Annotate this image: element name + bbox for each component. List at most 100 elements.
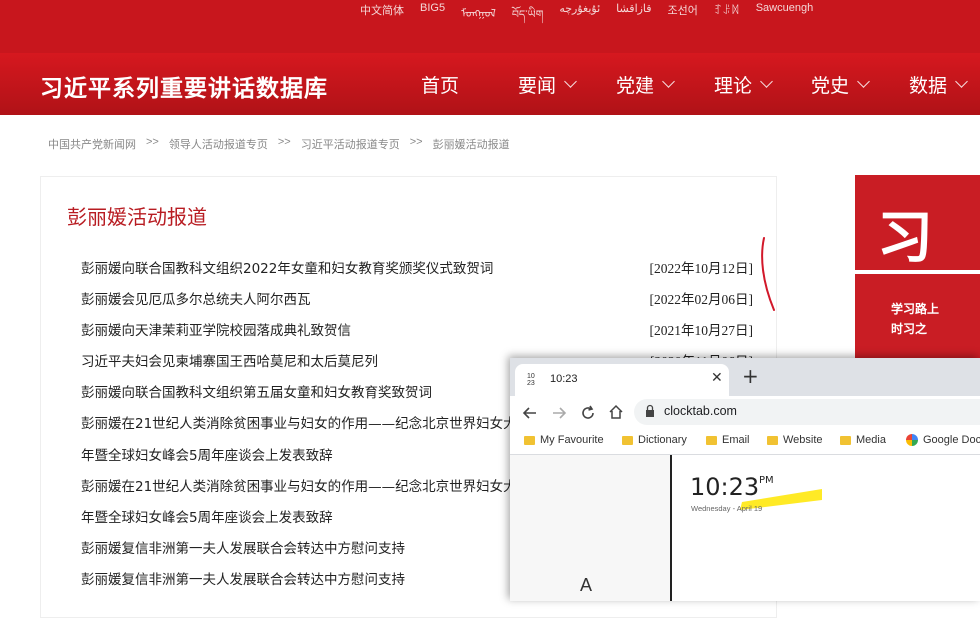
sidebar-banner[interactable]: 习近	[855, 175, 980, 270]
bookmark-email[interactable]: Email	[706, 434, 750, 446]
news-title-link[interactable]: 年暨全球妇女峰会5周年座谈会上发表致辞	[81, 444, 333, 464]
bookmark-label: Email	[722, 434, 750, 446]
clock-side-pane: A	[510, 455, 672, 601]
list-item[interactable]: 彭丽媛会见厄瓜多尔总统夫人阿尔西瓦 [2022年02月06日]	[81, 288, 754, 319]
page-title: 彭丽媛活动报道	[67, 205, 207, 229]
list-item[interactable]: 彭丽媛向天津茉莉亚学院校园落成典礼致贺信 [2021年10月27日]	[81, 319, 754, 350]
bookmark-website[interactable]: Website	[767, 434, 823, 446]
news-title-link[interactable]: 彭丽媛复信非洲第一夫人发展联合会转达中方慰问支持	[81, 537, 405, 557]
news-title-link[interactable]: 习近平夫妇会见柬埔寨国王西哈莫尼和太后莫尼列	[81, 350, 378, 370]
news-title-link[interactable]: 彭丽媛向联合国教科文组织第五届女童和妇女教育奖致贺词	[81, 381, 432, 401]
bookmark-google-doc[interactable]: Google Doc	[906, 434, 980, 446]
lang-link-zh-cn[interactable]: 中文简体	[360, 2, 404, 33]
nav-home[interactable]: 首页	[421, 71, 459, 98]
promo-line-1: 学习路上	[891, 302, 940, 316]
nav-data[interactable]: 数据	[909, 71, 968, 98]
favicon-top: 10	[527, 373, 535, 380]
nav-news[interactable]: 要闻	[518, 71, 577, 98]
bookmark-label: Google Doc	[923, 434, 980, 446]
lang-link-yi[interactable]: ꆈꌠꉙ	[714, 2, 740, 33]
news-title-link[interactable]: 彭丽媛在21世纪人类消除贫困事业与妇女的作用——纪念北京世界妇女大会	[81, 412, 530, 432]
news-title-link[interactable]: 彭丽媛在21世纪人类消除贫困事业与妇女的作用——纪念北京世界妇女大会	[81, 475, 530, 495]
chevron-down-icon	[564, 75, 577, 88]
lang-link-mongolian[interactable]: ᠮᠣᠩᠭᠣᠯ	[461, 2, 496, 33]
bookmark-dictionary[interactable]: Dictionary	[622, 434, 687, 446]
nav-theory[interactable]: 理论	[714, 71, 773, 98]
bookmark-media[interactable]: Media	[840, 434, 886, 446]
bookmark-label: My Favourite	[540, 434, 604, 446]
breadcrumb-separator: >>	[409, 136, 423, 148]
news-title-link[interactable]: 彭丽媛会见厄瓜多尔总统夫人阿尔西瓦	[81, 288, 311, 308]
nav-label: 党建	[616, 75, 655, 97]
browser-toolbar: clocktab.com	[510, 396, 980, 430]
breadcrumb-link[interactable]: 领导人活动报道专页	[169, 136, 268, 152]
lang-link-big5[interactable]: BIG5	[420, 2, 445, 33]
clock-month-day: April 19	[736, 504, 763, 513]
lang-link-kazakh[interactable]: قازاقشا	[616, 2, 651, 33]
red-pen-annotation	[761, 237, 775, 311]
breadcrumb-separator: >>	[146, 136, 159, 148]
google-icon	[906, 434, 918, 446]
lang-link-korean[interactable]: 조선어	[668, 2, 698, 33]
lang-link-uyghur[interactable]: ئۇيغۇرچە	[559, 2, 600, 33]
bookmark-label: Website	[783, 434, 823, 446]
chevron-down-icon	[857, 75, 870, 88]
new-tab-button[interactable]: +	[742, 364, 759, 388]
news-date: [2021年10月27日]	[649, 323, 754, 339]
lang-link-zhuang[interactable]: Sawcuengh	[756, 2, 814, 33]
sidebar-promo[interactable]: 学习路上 时习之	[855, 274, 980, 359]
main-navbar: 习近平系列重要讲话数据库 首页 要闻 党建 理论 党史 数据	[0, 53, 980, 115]
chevron-down-icon	[955, 75, 968, 88]
address-bar[interactable]: clocktab.com	[634, 399, 980, 425]
close-icon[interactable]: ✕	[711, 370, 723, 386]
home-icon[interactable]	[608, 404, 624, 420]
nav-label: 数据	[909, 75, 948, 97]
promo-line-2: 时习之	[891, 322, 928, 336]
clock-date: Wednesday - April 19	[691, 504, 762, 513]
browser-tab[interactable]: 10 23 10:23 ✕	[515, 364, 729, 396]
news-title-link[interactable]: 年暨全球妇女峰会5周年座谈会上发表致辞	[81, 506, 333, 526]
lang-link-tibetan[interactable]: བོད་ཡིག	[512, 2, 543, 33]
bookmark-label: Dictionary	[638, 434, 687, 446]
news-title-link[interactable]: 彭丽媛复信非洲第一夫人发展联合会转达中方慰问支持	[81, 568, 405, 588]
breadcrumb-link[interactable]: 习近平活动报道专页	[301, 136, 400, 152]
bookmark-label: Media	[856, 434, 886, 446]
list-item[interactable]: 彭丽媛向联合国教科文组织2022年女童和妇女教育奖颁奖仪式致贺词 [2022年10…	[81, 257, 753, 288]
browser-window: 10 23 10:23 ✕ + clocktab.com My Favourite…	[510, 358, 980, 601]
breadcrumb: 中国共产党新闻网 >> 领导人活动报道专页 >> 习近平活动报道专页 >> 彭丽…	[48, 136, 510, 152]
breadcrumb-current: 彭丽媛活动报道	[432, 139, 510, 151]
bookmarks-bar: My Favourite Dictionary Email Website Me…	[510, 430, 980, 455]
folder-icon	[840, 435, 851, 445]
news-title-link[interactable]: 彭丽媛向天津茉莉亚学院校园落成典礼致贺信	[81, 319, 351, 339]
bookmark-my-favourite[interactable]: My Favourite	[524, 434, 604, 446]
reload-icon[interactable]	[580, 405, 596, 421]
tab-title: 10:23	[550, 373, 578, 385]
folder-icon	[622, 435, 633, 445]
nav-party-building[interactable]: 党建	[616, 71, 675, 98]
news-date: [2022年02月06日]	[649, 292, 754, 308]
forward-arrow-icon[interactable]	[551, 405, 567, 421]
chevron-down-icon	[760, 75, 773, 88]
folder-icon	[706, 435, 717, 445]
site-title[interactable]: 习近平系列重要讲话数据库	[40, 69, 328, 103]
clock-ampm: PM	[759, 475, 774, 486]
nav-label: 党史	[811, 75, 850, 97]
folder-icon	[524, 435, 535, 445]
nav-label: 要闻	[518, 75, 557, 97]
top-language-bar: 中文简体 BIG5 ᠮᠣᠩᠭᠣᠯ བོད་ཡིག ئۇيغۇرچە قازاقش…	[0, 0, 980, 53]
nav-party-history[interactable]: 党史	[811, 71, 870, 98]
clock-date-separator: -	[732, 504, 736, 513]
language-links: 中文简体 BIG5 ᠮᠣᠩᠭᠣᠯ བོད་ཡིག ئۇيغۇرچە قازاقش…	[360, 2, 813, 33]
clock-favicon-icon: 10 23	[527, 373, 535, 387]
favicon-bottom: 23	[527, 380, 535, 387]
nav-label: 首页	[421, 75, 460, 97]
browser-tab-strip: 10 23 10:23 ✕ +	[510, 358, 980, 396]
browser-content: A 10:23 PM Wednesday - April 19	[510, 455, 980, 601]
clock-weekday: Wednesday	[691, 504, 731, 513]
nav-label: 理论	[714, 75, 753, 97]
url-text[interactable]: clocktab.com	[664, 404, 737, 418]
breadcrumb-link[interactable]: 中国共产党新闻网	[48, 136, 136, 152]
folder-icon	[767, 435, 778, 445]
back-arrow-icon[interactable]	[522, 405, 538, 421]
news-title-link[interactable]: 彭丽媛向联合国教科文组织2022年女童和妇女教育奖颁奖仪式致贺词	[81, 257, 493, 277]
